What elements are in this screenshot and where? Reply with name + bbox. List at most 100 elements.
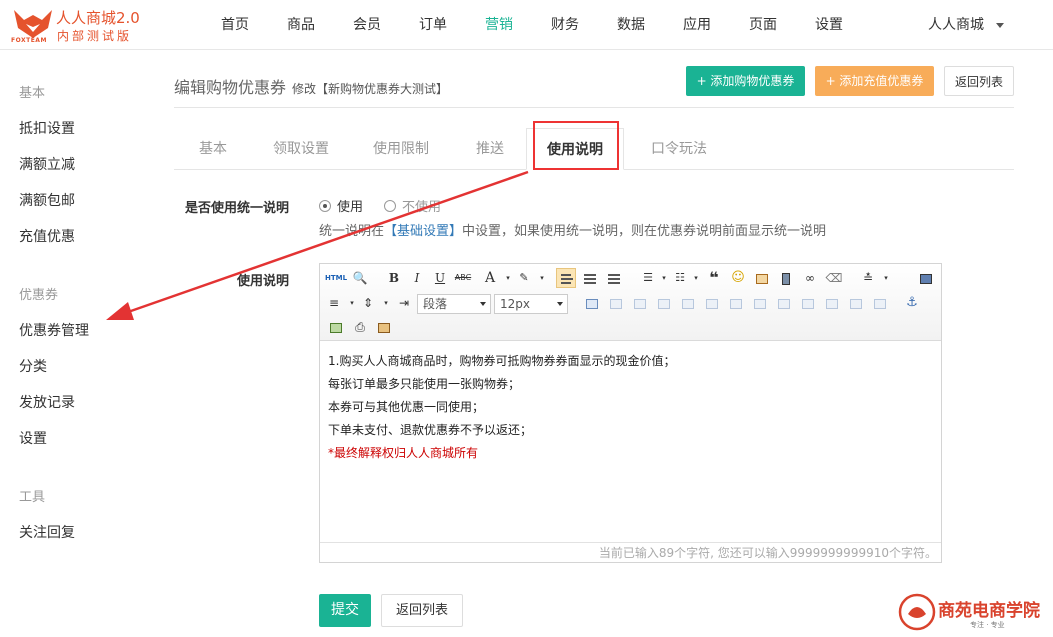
image-icon[interactable] <box>752 268 772 288</box>
sidebar-item-category[interactable]: 分类 <box>19 356 47 376</box>
content-line: *最终解释权归人人商城所有 <box>328 446 479 460</box>
select-caret-icon <box>557 302 563 306</box>
unordered-list-caret-icon[interactable]: ▾ <box>686 268 706 288</box>
sidebar-item-free-shipping[interactable]: 满额包邮 <box>19 190 75 210</box>
video-icon[interactable] <box>776 268 796 288</box>
merge-cells-icon[interactable] <box>750 293 770 313</box>
radio-not-use-label: 不使用 <box>402 200 442 215</box>
sidebar-item-settings[interactable]: 设置 <box>19 428 47 448</box>
nav-item-apps[interactable]: 应用 <box>664 0 730 50</box>
back-list-button[interactable]: 返回列表 <box>944 66 1014 96</box>
sidebar-group-coupon: 优惠券 <box>19 288 59 303</box>
sidebar-item-recharge[interactable]: 充值优惠 <box>19 226 75 246</box>
main-nav: 首页 商品 会员 订单 营销 财务 数据 应用 页面 设置 <box>202 0 862 50</box>
highlight-caret-icon[interactable]: ▾ <box>532 268 552 288</box>
align-center-icon[interactable] <box>580 268 600 288</box>
bold-icon[interactable]: B <box>384 268 404 288</box>
row-spacing-caret-icon[interactable]: ▾ <box>376 293 396 313</box>
page-title-text: 编辑购物优惠券 <box>174 78 287 97</box>
preview-icon[interactable]: 🔍 <box>350 268 370 288</box>
insert-paragraph-icon[interactable] <box>630 293 650 313</box>
editor-char-count: 当前已输入89个字符, 您还可以输入9999999999910个字符。 <box>320 542 941 562</box>
indent-icon[interactable]: ⇥ <box>394 293 414 313</box>
link-icon[interactable]: ∞ <box>800 268 820 288</box>
basic-settings-link[interactable]: 【基础设置】 <box>384 224 462 239</box>
align-right-icon[interactable] <box>604 268 624 288</box>
delete-col-icon[interactable] <box>726 293 746 313</box>
split-cells-icon[interactable] <box>822 293 842 313</box>
add-recharge-coupon-button[interactable]: + 添加充值优惠券 <box>815 66 934 96</box>
html-source-icon[interactable]: HTML <box>324 268 348 288</box>
sidebar-item-follow-reply[interactable]: 关注回复 <box>19 522 75 542</box>
split-rows-icon[interactable] <box>846 293 866 313</box>
nav-item-pages[interactable]: 页面 <box>730 0 796 50</box>
submit-button[interactable]: 提交 <box>319 594 371 627</box>
radio-use[interactable]: 使用 <box>319 196 363 215</box>
tab-password-play[interactable]: 口令玩法 <box>642 128 716 170</box>
nav-item-orders[interactable]: 订单 <box>400 0 466 50</box>
eraser-icon[interactable]: ⌫ <box>824 268 844 288</box>
tab-push[interactable]: 推送 <box>464 128 516 170</box>
nav-item-marketing[interactable]: 营销 <box>466 0 532 50</box>
merge-down-icon[interactable] <box>798 293 818 313</box>
font-color-icon[interactable]: A <box>480 268 500 288</box>
content-line: 下单未支付、退款优惠券不予以返还； <box>328 423 533 437</box>
user-name: 人人商城 <box>928 17 984 33</box>
radio-checked-icon <box>319 199 331 212</box>
highlight-color-icon[interactable]: ✎ <box>514 268 534 288</box>
nav-item-members[interactable]: 会员 <box>334 0 400 50</box>
paragraph-format-value: 段落 <box>423 297 448 311</box>
split-cols-icon[interactable] <box>870 293 890 313</box>
underline-icon[interactable]: U <box>430 268 450 288</box>
insert-image-icon[interactable] <box>326 317 346 337</box>
merge-right-icon[interactable] <box>774 293 794 313</box>
rich-text-editor: HTML 🔍 B I U ABC A ▾ ✎ ▾ ☰ ▾ ☷ ▾ ❝ ☺ ∞ ⌫… <box>319 263 942 563</box>
row-spacing-icon[interactable]: ⇕ <box>358 293 378 313</box>
font-size-select[interactable]: 12px <box>494 294 568 314</box>
blockquote-icon[interactable]: ❝ <box>704 268 724 288</box>
tab-usage-limits[interactable]: 使用限制 <box>364 128 438 170</box>
tab-receive-settings[interactable]: 领取设置 <box>264 128 338 170</box>
nav-item-settings[interactable]: 设置 <box>796 0 862 50</box>
delete-row-icon[interactable] <box>678 293 698 313</box>
fullscreen-icon[interactable] <box>916 268 936 288</box>
delete-table-icon[interactable] <box>606 293 626 313</box>
user-menu[interactable]: 人人商城 <box>928 0 1004 50</box>
strikethrough-icon[interactable]: ABC <box>453 268 473 288</box>
sidebar-group-tools: 工具 <box>19 490 46 505</box>
insert-table-icon[interactable] <box>582 293 602 313</box>
insert-row-icon[interactable] <box>654 293 674 313</box>
nav-item-finance[interactable]: 财务 <box>532 0 598 50</box>
insert-col-icon[interactable] <box>702 293 722 313</box>
nav-item-data[interactable]: 数据 <box>598 0 664 50</box>
line-height-caret-icon[interactable]: ▾ <box>876 268 896 288</box>
editor-content[interactable]: 1.购买人人商城商品时，购物券可抵购物券券面显示的现金价值； 每张订单最多只能使… <box>328 352 928 467</box>
nav-item-home[interactable]: 首页 <box>202 0 268 50</box>
italic-icon[interactable]: I <box>407 268 427 288</box>
unified-desc-help: 统一说明在【基础设置】中设置，如果使用统一说明，则在优惠券说明前面显示统一说明 <box>319 220 826 239</box>
add-shop-coupon-button[interactable]: + 添加购物优惠券 <box>686 66 805 96</box>
align-left-icon[interactable] <box>556 268 576 288</box>
tab-usage-description[interactable]: 使用说明 <box>526 128 624 170</box>
brand-name: 人人商城2.0 <box>56 9 140 27</box>
paragraph-spacing-icon[interactable]: ≡ <box>324 293 344 313</box>
caret-down-icon <box>996 22 1004 28</box>
sidebar: 基本 抵扣设置 满额立减 满额包邮 充值优惠 优惠券 优惠券管理 分类 发放记录… <box>0 51 150 637</box>
paragraph-format-select[interactable]: 段落 <box>417 294 491 314</box>
page-title: 编辑购物优惠券 修改【新购物优惠券大测试】 <box>174 74 448 98</box>
emoticon-icon[interactable]: ☺ <box>728 268 748 288</box>
radio-not-use[interactable]: 不使用 <box>384 196 441 215</box>
line-height-icon[interactable]: ≛ <box>858 268 878 288</box>
print-icon[interactable]: ⎙ <box>350 317 370 337</box>
nav-item-goods[interactable]: 商品 <box>268 0 334 50</box>
sidebar-item-issue-record[interactable]: 发放记录 <box>19 392 75 412</box>
editor-toolbar: HTML 🔍 B I U ABC A ▾ ✎ ▾ ☰ ▾ ☷ ▾ ❝ ☺ ∞ ⌫… <box>320 264 941 341</box>
back-list-bottom-button[interactable]: 返回列表 <box>381 594 463 627</box>
sidebar-item-deduction[interactable]: 抵扣设置 <box>19 118 75 138</box>
sidebar-item-coupon-manage[interactable]: 优惠券管理 <box>19 320 89 340</box>
sidebar-item-full-reduction[interactable]: 满额立减 <box>19 154 75 174</box>
paste-icon[interactable] <box>374 317 394 337</box>
tab-basic[interactable]: 基本 <box>174 128 252 170</box>
anchor-icon[interactable]: ⚓ <box>902 293 922 313</box>
content-line: 每张订单最多只能使用一张购物券； <box>328 377 521 391</box>
